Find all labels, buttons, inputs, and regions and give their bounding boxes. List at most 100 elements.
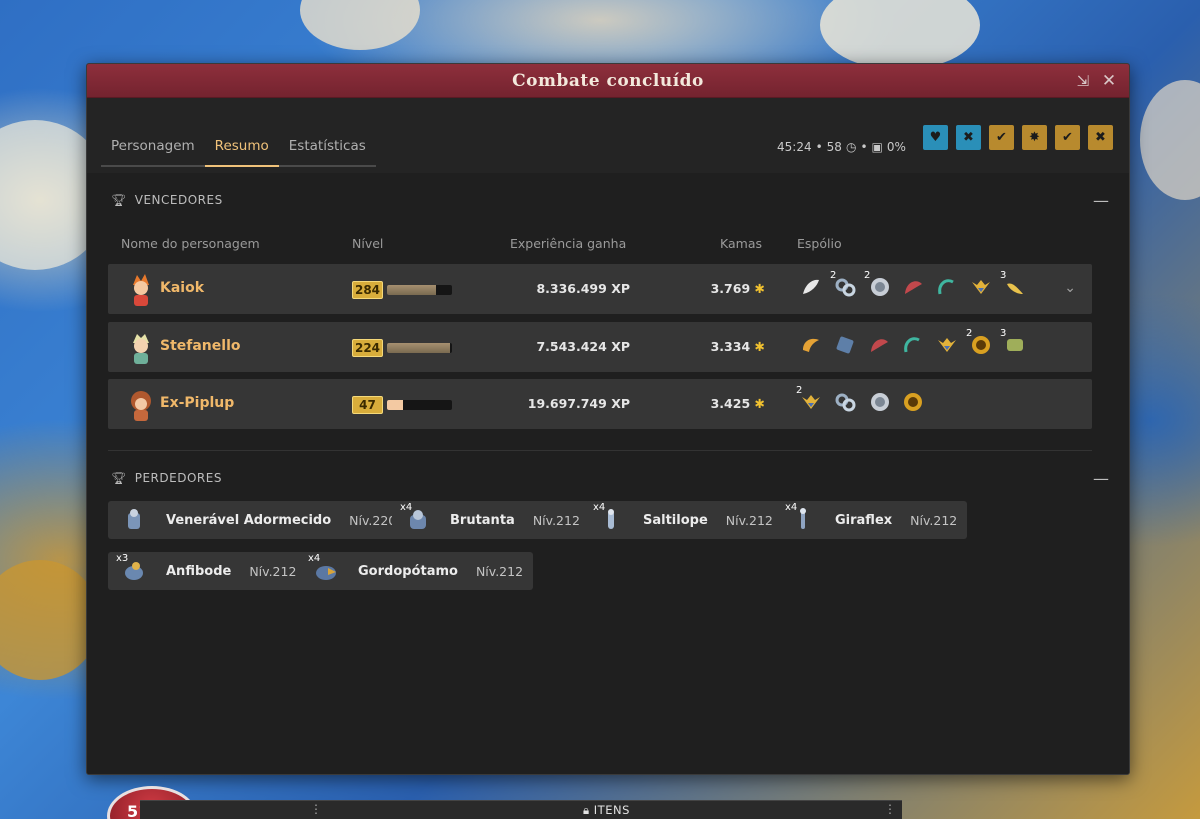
separator-dot: • xyxy=(860,140,868,154)
section-divider xyxy=(108,450,1092,451)
character-cross-icon[interactable]: ✖ xyxy=(956,125,981,150)
horn-icon[interactable] xyxy=(798,332,823,358)
skull-cross-icon[interactable]: ✖ xyxy=(1088,125,1113,150)
kamas-value: 3.425 xyxy=(710,396,751,411)
monster-level: Nív.212 xyxy=(475,563,524,579)
winner-row[interactable]: Ex-Piplup 47 19.697.749 XP 3.425 ✱ 2 xyxy=(108,379,1092,429)
gold-orb-icon[interactable]: 2 xyxy=(966,328,993,358)
hook-icon[interactable] xyxy=(934,274,959,300)
burst-check-icon[interactable]: ✸ xyxy=(1022,125,1047,150)
title-bar[interactable]: Combate concluído ⇲ ✕ xyxy=(87,64,1129,98)
scale-icon[interactable] xyxy=(832,332,857,358)
heart-broken-icon[interactable]: ♥ xyxy=(923,125,948,150)
trophy-icon: 🏆︎ xyxy=(111,193,127,207)
drag-handle-icon[interactable]: ⋮ xyxy=(310,802,322,816)
monster-card[interactable]: x4 Brutanta Nív.212 xyxy=(392,501,590,539)
kamas-value: 3.769 xyxy=(710,281,751,296)
scroll-icon[interactable]: 3 xyxy=(1000,328,1027,358)
col-level: Nível xyxy=(352,236,384,251)
background-scenery xyxy=(300,0,420,50)
collapse-losers-button[interactable]: — xyxy=(1093,469,1109,488)
xp-progress-fill xyxy=(387,285,436,295)
monster-count: x4 xyxy=(785,502,798,513)
monster-card[interactable]: Venerável Adormecido Nív.220 xyxy=(108,501,407,539)
loot-list: 2 2 3 xyxy=(798,270,1027,300)
wings-icon[interactable] xyxy=(968,274,993,300)
chain-icon[interactable]: 2 xyxy=(830,270,857,300)
losers-heading: 🏆︎ PERDEDORES xyxy=(111,471,222,485)
monster-name: Anfibode xyxy=(166,563,232,579)
tab-resumo[interactable]: Resumo xyxy=(204,138,279,167)
monster-card[interactable]: x3 Anfibode Nív.212 xyxy=(108,552,307,590)
kamas-icon: ✱ xyxy=(754,281,765,296)
kamas-icon: ✱ xyxy=(754,339,765,354)
fight-stats: 45:24 • 58 ◷ • ▣ 0% xyxy=(777,140,906,154)
red-leaf-icon[interactable] xyxy=(866,332,891,358)
claw-icon[interactable]: 3 xyxy=(1000,270,1027,300)
chain-icon[interactable] xyxy=(832,389,857,415)
wings-icon[interactable]: 2 xyxy=(796,385,823,415)
fight-duration: 45:24 xyxy=(777,140,812,154)
character-name[interactable]: Kaiok xyxy=(160,280,204,296)
kamas-value: 3.334 xyxy=(710,339,751,354)
loot-list: 2 3 xyxy=(798,328,1027,358)
combat-result-window: Combate concluído ⇲ ✕ Personagem Resumo … xyxy=(86,63,1130,775)
shell-icon[interactable] xyxy=(866,389,891,415)
tab-estatisticas[interactable]: Estatísticas xyxy=(278,138,376,167)
monster-icon: x3 xyxy=(116,553,146,584)
shell-icon[interactable]: 2 xyxy=(864,270,891,300)
monster-card[interactable]: x4 Gordopótamo Nív.212 xyxy=(300,552,534,590)
winner-row[interactable]: Kaiok 284 8.336.499 XP 3.769 ✱ 2 2 3 ⌄ xyxy=(108,264,1092,314)
red-leaf-icon[interactable] xyxy=(900,274,925,300)
rank-check-icon[interactable]: ✔ xyxy=(989,125,1014,150)
items-label[interactable]: 🔒︎ ITENS xyxy=(583,803,630,818)
xp-progress-fill xyxy=(387,343,451,353)
character-name[interactable]: Ex-Piplup xyxy=(160,395,234,411)
winner-row[interactable]: Stefanello 224 7.543.424 XP 3.334 ✱ 2 3 xyxy=(108,322,1092,372)
winners-heading-text: VENCEDORES xyxy=(134,193,223,207)
monster-level: Nív.212 xyxy=(725,512,773,528)
feather-icon[interactable] xyxy=(798,274,823,300)
monster-name: Brutanta xyxy=(450,512,515,528)
items-bar[interactable]: ⋮ 🔒︎ ITENS ⋮ xyxy=(140,800,902,819)
compress-icon[interactable]: ⇲ xyxy=(1073,71,1093,91)
kamas-gained: 3.425 ✱ xyxy=(711,396,765,411)
chevron-down-icon[interactable]: ⌄ xyxy=(1064,280,1076,296)
group-check-icon[interactable]: ✔ xyxy=(1055,125,1080,150)
gold-orb-icon[interactable] xyxy=(900,389,925,415)
monster-level: Nív.220 xyxy=(349,512,397,528)
monster-level: Nív.212 xyxy=(532,512,580,528)
wings-icon[interactable] xyxy=(934,332,959,358)
drag-handle-icon[interactable]: ⋮ xyxy=(884,802,896,816)
monster-card[interactable]: x4 Saltilope Nív.212 xyxy=(585,501,783,539)
monster-count: x4 xyxy=(308,553,321,564)
level-badge: 284 xyxy=(352,281,383,299)
items-label-text: ITENS xyxy=(593,803,630,817)
lock-icon: 🔒︎ xyxy=(583,803,590,817)
close-icon[interactable]: ✕ xyxy=(1099,71,1119,91)
xp-gained: 19.697.749 XP xyxy=(528,396,630,411)
collapse-winners-button[interactable]: — xyxy=(1093,191,1109,210)
character-avatar-icon xyxy=(131,391,151,421)
summary-content: 🏆︎ VENCEDORES — Nome do personagem Nível… xyxy=(87,173,1129,774)
hook-icon[interactable] xyxy=(900,332,925,358)
window-title: Combate concluído xyxy=(512,70,704,91)
monster-name: Gordopótamo xyxy=(358,563,458,579)
background-scenery xyxy=(0,560,100,680)
level-badge: 47 xyxy=(352,396,383,414)
xp-value: 7.543.424 xyxy=(536,339,607,354)
tab-bar: Personagem Resumo Estatísticas xyxy=(101,138,376,167)
loot-quantity: 3 xyxy=(1000,328,1007,339)
monster-level: Nív.212 xyxy=(249,563,297,579)
xp-progress-fill xyxy=(387,400,404,410)
monster-name: Giraflex xyxy=(835,512,893,528)
tab-personagem[interactable]: Personagem xyxy=(101,138,205,167)
filter-buttons: ♥ ✖ ✔ ✸ ✔ ✖ xyxy=(923,125,1113,150)
xp-gained: 8.336.499 XP xyxy=(536,281,630,296)
level-badge: 224 xyxy=(352,339,383,357)
monster-card[interactable]: x4 Giraflex Nív.212 xyxy=(777,501,968,539)
monster-count: x4 xyxy=(400,502,413,513)
loot-quantity: 3 xyxy=(1000,270,1007,281)
monster-icon: x4 xyxy=(400,502,430,533)
character-name[interactable]: Stefanello xyxy=(160,338,241,354)
